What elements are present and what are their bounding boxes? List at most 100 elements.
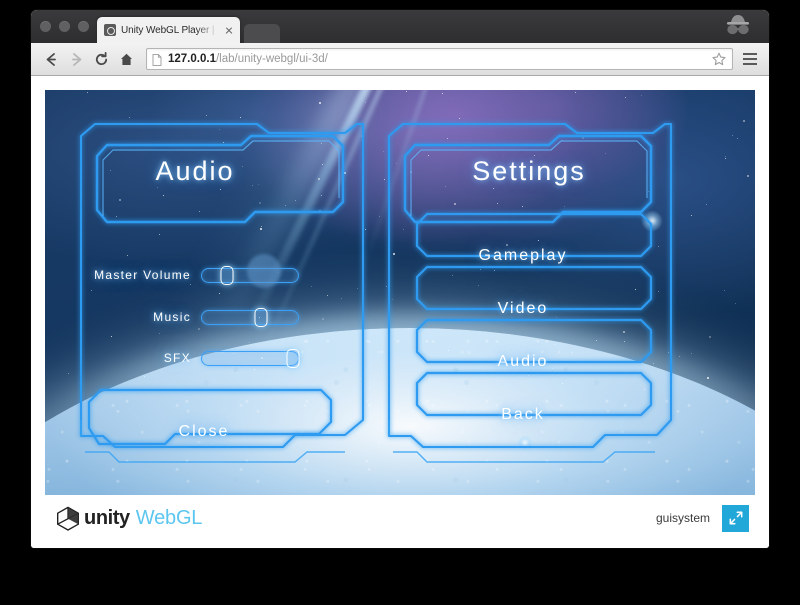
close-button-label: Close — [178, 423, 230, 440]
star — [742, 120, 745, 123]
star — [357, 287, 359, 289]
fullscreen-icon — [729, 511, 742, 525]
star — [343, 172, 346, 175]
star — [368, 387, 370, 389]
url-text: 127.0.0.1/lab/unity-webgl/ui-3d/ — [168, 53, 328, 65]
star — [747, 174, 750, 177]
window-controls — [40, 21, 89, 32]
cursor-pointer — [247, 254, 281, 288]
menu-line — [743, 53, 757, 56]
menu-line — [743, 62, 757, 65]
star — [361, 135, 364, 138]
footer-right-group: guisystem — [655, 504, 753, 532]
slider-handle-music[interactable] — [254, 307, 268, 327]
home-button[interactable] — [114, 47, 139, 72]
star — [707, 376, 710, 379]
star — [318, 102, 321, 105]
tab-strip: Unity WebGL Player | guisystem — [97, 17, 280, 43]
close-window-button[interactable] — [40, 21, 51, 32]
tab-unity-webgl-player[interactable]: Unity WebGL Player | guisystem — [97, 17, 240, 43]
star — [384, 178, 386, 180]
star — [87, 92, 89, 94]
star — [734, 302, 736, 304]
menu-button-label: Gameplay — [478, 247, 568, 264]
new-tab-button[interactable] — [244, 24, 280, 43]
browser-menu-button[interactable] — [739, 47, 761, 72]
star — [364, 101, 366, 103]
star — [360, 377, 362, 379]
star — [731, 135, 733, 137]
star — [709, 336, 712, 339]
audio-panel-title: Audio — [155, 156, 235, 186]
star — [382, 150, 384, 152]
unity-favicon — [104, 24, 116, 36]
slider-label-music: Music — [153, 310, 191, 324]
bookmark-star-icon[interactable] — [711, 51, 727, 67]
unity-footer: unity WebGL guisystem — [45, 495, 755, 541]
page-document-icon — [152, 53, 162, 66]
slider-row-music: Music — [77, 306, 299, 328]
menu-button-gameplay[interactable]: Gameplay — [417, 236, 629, 276]
star — [341, 297, 343, 299]
webgl-wordmark: WebGL — [135, 506, 203, 529]
slider-music[interactable] — [201, 307, 299, 327]
browser-toolbar: 127.0.0.1/lab/unity-webgl/ui-3d/ — [31, 43, 769, 76]
star — [575, 91, 577, 93]
star — [658, 291, 660, 293]
tab-title: Unity WebGL Player | guisystem — [121, 24, 220, 36]
back-button[interactable] — [39, 47, 64, 72]
url-host: 127.0.0.1 — [168, 53, 216, 65]
slider-handle-sfx[interactable] — [286, 348, 300, 368]
close-button[interactable]: Close — [93, 412, 315, 452]
unity-cube-icon — [55, 505, 81, 531]
menu-button-label: Back — [501, 406, 545, 423]
star — [690, 353, 692, 355]
star — [725, 155, 727, 157]
menu-button-label: Audio — [497, 353, 549, 370]
slider-label-sfx: SFX — [163, 351, 191, 365]
slider-row-sfx: SFX — [77, 347, 300, 369]
settings-panel-title: Settings — [472, 156, 586, 186]
star — [737, 138, 739, 140]
unity-wordmark: unity — [84, 506, 130, 529]
unity-webgl-canvas[interactable]: Audio Master Volume Music SFX Close Sett… — [45, 90, 755, 495]
browser-window: Unity WebGL Player | guisystem — [31, 10, 769, 548]
star — [679, 356, 681, 358]
menu-button-audio[interactable]: Audio — [417, 342, 629, 382]
menu-button-back[interactable]: Back — [417, 395, 629, 435]
url-path: /lab/unity-webgl/ui-3d/ — [215, 53, 328, 65]
address-bar[interactable]: 127.0.0.1/lab/unity-webgl/ui-3d/ — [146, 48, 733, 70]
menu-line — [743, 57, 757, 61]
forward-button[interactable] — [64, 47, 89, 72]
page-content: Audio Master Volume Music SFX Close Sett… — [31, 76, 769, 548]
menu-button-video[interactable]: Video — [417, 289, 629, 329]
reload-button[interactable] — [89, 47, 114, 72]
fullscreen-button[interactable] — [722, 504, 749, 532]
browser-titlebar: Unity WebGL Player | guisystem — [31, 10, 769, 43]
slider-handle-master-volume[interactable] — [220, 265, 234, 285]
star — [667, 352, 669, 354]
star — [724, 289, 726, 291]
minimize-window-button[interactable] — [59, 21, 70, 32]
star — [641, 94, 643, 96]
star — [364, 228, 366, 230]
star — [406, 90, 408, 92]
star — [724, 158, 726, 160]
star — [379, 216, 381, 217]
star — [706, 204, 708, 205]
star — [690, 215, 692, 217]
settings-panel: Settings Gameplay Video Audio Back — [387, 116, 655, 476]
tab-close-icon[interactable] — [222, 24, 235, 37]
project-name-label: guisystem — [655, 511, 710, 525]
unity-logo: unity WebGL — [55, 505, 202, 531]
slider-label-master-volume: Master Volume — [94, 268, 191, 282]
maximize-window-button[interactable] — [78, 21, 89, 32]
menu-button-label: Video — [497, 300, 549, 317]
slider-sfx[interactable] — [201, 348, 300, 368]
star — [625, 96, 627, 98]
star — [442, 92, 444, 94]
audio-panel: Audio Master Volume Music SFX Close — [75, 116, 339, 476]
incognito-icon — [721, 12, 755, 42]
star — [68, 373, 70, 375]
star — [657, 245, 659, 247]
